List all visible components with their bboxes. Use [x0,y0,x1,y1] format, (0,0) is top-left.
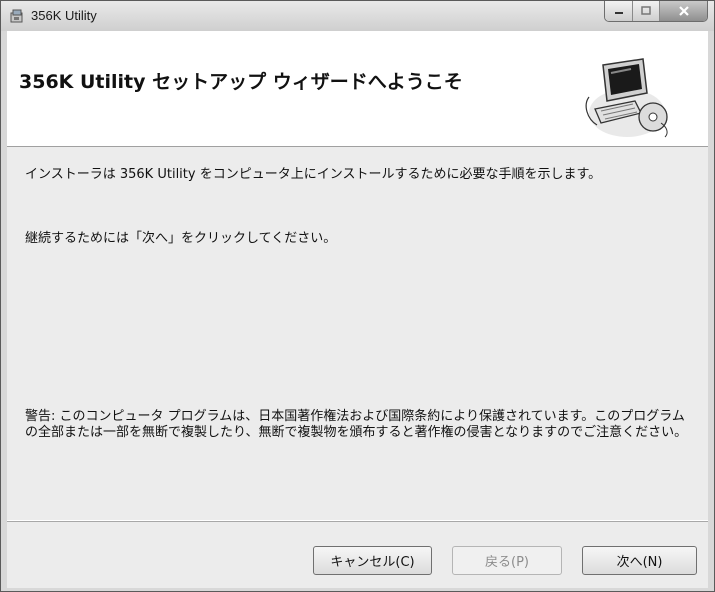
cancel-label: キャンセル(C) [330,555,415,570]
client-area: 356K Utility セットアップ ウィザードへようこそ インストーラは 3… [7,31,708,588]
back-label: 戻る(P) [485,555,529,570]
computer-disc-icon [585,58,668,138]
maximize-button[interactable] [633,1,660,21]
copyright-warning: 警告: このコンピュータ プログラムは、日本国著作権法および国際条約により保護さ… [25,409,688,440]
close-icon [678,6,689,16]
installer-window: 356K Utility 356K Utility セットアップ ウィザードへよ… [0,0,715,592]
back-button[interactable]: 戻る(P) [452,546,562,575]
button-bar: キャンセル(C) 戻る(P) 次へ(N) [7,521,708,588]
window-title: 356K Utility [31,8,97,23]
close-button[interactable] [660,1,707,21]
caption-buttons [604,1,708,22]
intro-text: インストーラは 356K Utility をコンピュータ上にインストールするため… [25,167,602,182]
minimize-icon [614,12,623,14]
title-bar[interactable]: 356K Utility [1,1,714,31]
minimize-button[interactable] [605,1,633,21]
page-title: 356K Utility セットアップ ウィザードへようこそ [19,71,463,93]
content-area: インストーラは 356K Utility をコンピュータ上にインストールするため… [7,147,708,520]
cancel-button[interactable]: キャンセル(C) [313,546,432,575]
installer-icon [10,9,23,23]
header-banner: 356K Utility セットアップ ウィザードへようこそ [7,31,708,147]
maximize-icon [641,6,651,15]
next-label: 次へ(N) [616,555,663,570]
next-button[interactable]: 次へ(N) [582,546,697,575]
continue-text: 継続するためには「次へ」をクリックしてください。 [25,231,337,246]
